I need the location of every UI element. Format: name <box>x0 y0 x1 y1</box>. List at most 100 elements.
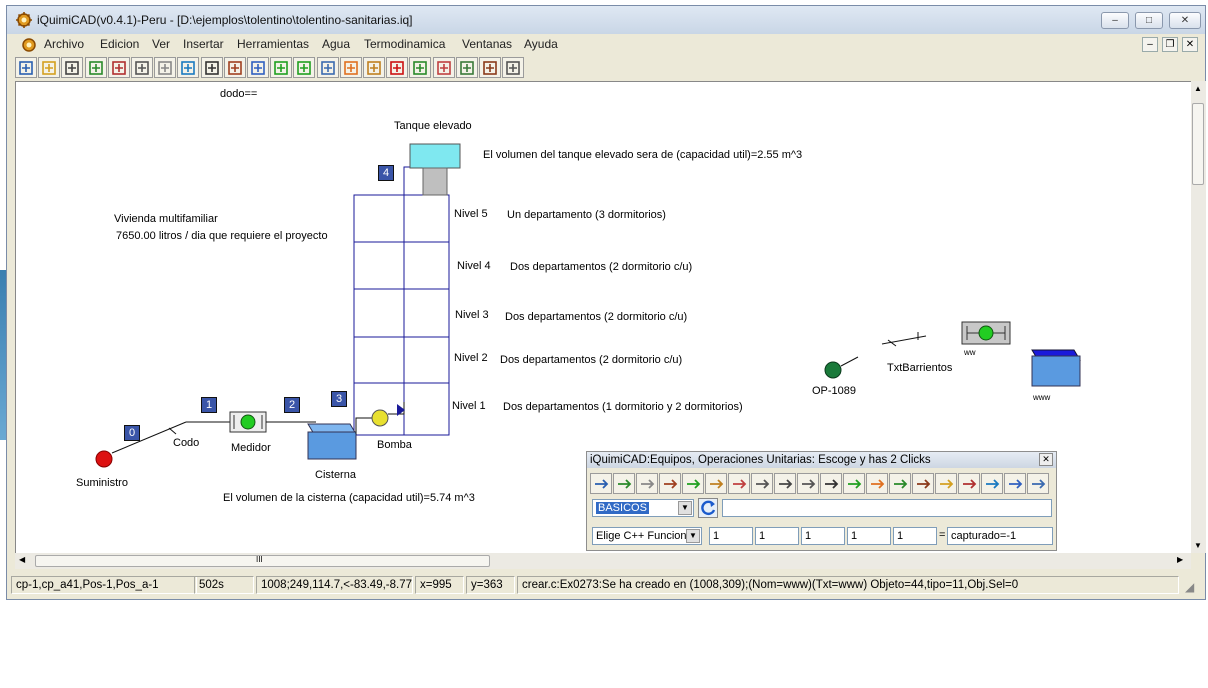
network-button[interactable] <box>316 57 339 78</box>
elevated-tank[interactable] <box>409 143 461 169</box>
valve-tool-button[interactable] <box>728 473 750 494</box>
x-valve-tool-button[interactable] <box>774 473 796 494</box>
arrow-green-tool-button[interactable] <box>705 473 727 494</box>
menu-agua[interactable]: Agua <box>322 37 350 51</box>
color-palette-button[interactable] <box>339 57 362 78</box>
vertical-scrollbar[interactable]: ▲ ▼ <box>1191 81 1206 553</box>
refresh-button[interactable] <box>698 498 718 518</box>
title-bar[interactable]: iQuimiCAD(v0.4.1)-Peru - [D:\ejemplos\to… <box>7 6 1205 34</box>
menu-termodinamica[interactable]: Termodinamica <box>364 37 445 51</box>
mdi-close-button[interactable]: ✕ <box>1182 37 1198 52</box>
menu-ventanas[interactable]: Ventanas <box>462 37 512 51</box>
cisterna-box[interactable] <box>307 431 357 460</box>
node-label-3[interactable]: 3 <box>331 391 347 407</box>
save-button[interactable] <box>61 57 84 78</box>
meter2-wheel <box>978 325 994 341</box>
column-tool-button[interactable] <box>659 473 681 494</box>
mdi-minimize-button[interactable]: – <box>1142 37 1158 52</box>
pause-button[interactable] <box>293 57 316 78</box>
bowtie-tool-button[interactable] <box>751 473 773 494</box>
menu-ayuda[interactable]: Ayuda <box>524 37 558 51</box>
scroll-right-arrow-icon[interactable]: ▶ <box>1177 555 1183 564</box>
node-label-2[interactable]: 2 <box>284 397 300 413</box>
horizontal-scrollbar[interactable]: ◀ III ▶ <box>15 553 1191 569</box>
node-label-4[interactable]: 4 <box>378 165 394 181</box>
node-label-0[interactable]: 0 <box>124 425 140 441</box>
minimize-button[interactable]: – <box>1101 12 1129 29</box>
monitor-tool-button[interactable] <box>958 473 980 494</box>
stair-tool-button[interactable] <box>613 473 635 494</box>
param-input-1[interactable]: 1 <box>709 527 753 545</box>
suministro-node[interactable] <box>95 450 113 468</box>
document-gear-icon[interactable] <box>20 36 38 54</box>
palette-close-button[interactable]: ✕ <box>1039 453 1053 466</box>
menu-ver[interactable]: Ver <box>152 37 170 51</box>
arrow-right-green-tool-button[interactable] <box>636 473 658 494</box>
split-tool-button[interactable] <box>866 473 888 494</box>
maximize-button[interactable]: □ <box>1135 12 1163 29</box>
category-select[interactable]: BASICOS ▼ <box>592 499 694 517</box>
run-button[interactable] <box>270 57 293 78</box>
mountain-button[interactable] <box>432 57 455 78</box>
chart-button[interactable] <box>107 57 130 78</box>
pencil-button[interactable] <box>363 57 385 78</box>
scroll-up-arrow-icon[interactable]: ▲ <box>1194 84 1202 93</box>
op-1089-node[interactable] <box>824 361 842 379</box>
param-input-2[interactable]: 1 <box>755 527 799 545</box>
menu-insertar[interactable]: Insertar <box>183 37 224 51</box>
dot-tool-button[interactable] <box>797 473 819 494</box>
paste-button[interactable] <box>154 57 177 78</box>
chevron-down-icon[interactable]: ▼ <box>678 501 692 515</box>
function-select[interactable]: Elige C++ Funcion ▼ <box>592 527 702 545</box>
open-button[interactable] <box>38 57 61 78</box>
level-5-name: Nivel 5 <box>454 208 488 220</box>
vertical-scroll-thumb[interactable] <box>1192 103 1204 185</box>
resize-grip-icon[interactable]: ◢ <box>1185 580 1194 594</box>
menu-herramientas[interactable]: Herramientas <box>237 37 309 51</box>
flask-tool-button[interactable] <box>1004 473 1026 494</box>
splitter-tool-button[interactable] <box>912 473 934 494</box>
funnel-tool-button[interactable] <box>981 473 1003 494</box>
pause-bars-icon <box>1032 479 1046 489</box>
horizontal-scroll-thumb[interactable]: III <box>35 555 490 567</box>
close-button[interactable]: ✕ <box>1169 12 1201 29</box>
node-label-1[interactable]: 1 <box>201 397 217 413</box>
copy-button[interactable] <box>131 57 153 78</box>
align-button[interactable] <box>223 57 246 78</box>
mdi-restore-button[interactable]: ❐ <box>1162 37 1178 52</box>
delete-button[interactable] <box>386 57 409 78</box>
www-tank[interactable] <box>1031 355 1081 387</box>
menu-edicion[interactable]: Edicion <box>100 37 139 51</box>
mixer-tool-button[interactable] <box>889 473 911 494</box>
print-button[interactable] <box>502 57 525 78</box>
route-button[interactable] <box>247 57 269 78</box>
mirror-button[interactable] <box>200 57 223 78</box>
tee-tool-button[interactable] <box>935 473 957 494</box>
arrow-red-tool-button[interactable] <box>682 473 704 494</box>
arrow-left-tool-button[interactable] <box>590 473 612 494</box>
grid-button[interactable] <box>84 57 107 78</box>
chevron-down-icon[interactable]: ▼ <box>686 529 700 543</box>
result-field[interactable]: capturado=-1 <box>947 527 1053 545</box>
timer-button[interactable] <box>409 57 432 78</box>
align-icon <box>227 61 242 75</box>
palette-text-input[interactable] <box>722 499 1052 517</box>
pump-body[interactable] <box>371 409 389 427</box>
param-input-4[interactable]: 1 <box>847 527 891 545</box>
param-input-5[interactable]: 1 <box>893 527 937 545</box>
tex-tool-button[interactable] <box>820 473 842 494</box>
new-button[interactable] <box>15 57 37 78</box>
photo-button[interactable] <box>479 57 501 78</box>
battery-tool-button[interactable] <box>843 473 865 494</box>
scroll-down-arrow-icon[interactable]: ▼ <box>1194 541 1202 550</box>
network-icon <box>320 61 335 75</box>
image-button[interactable] <box>455 57 478 78</box>
arrow-left-icon <box>595 479 609 489</box>
scroll-left-arrow-icon[interactable]: ◀ <box>19 555 25 564</box>
param-input-3[interactable]: 1 <box>801 527 845 545</box>
menu-archivo[interactable]: Archivo <box>44 37 84 51</box>
palette-title-bar[interactable]: iQuimiCAD:Equipos, Operaciones Unitarias… <box>587 452 1056 468</box>
pause-bars-tool-button[interactable] <box>1027 473 1049 494</box>
pipe-cisterna-pump <box>355 417 373 434</box>
help-button[interactable] <box>177 57 200 78</box>
